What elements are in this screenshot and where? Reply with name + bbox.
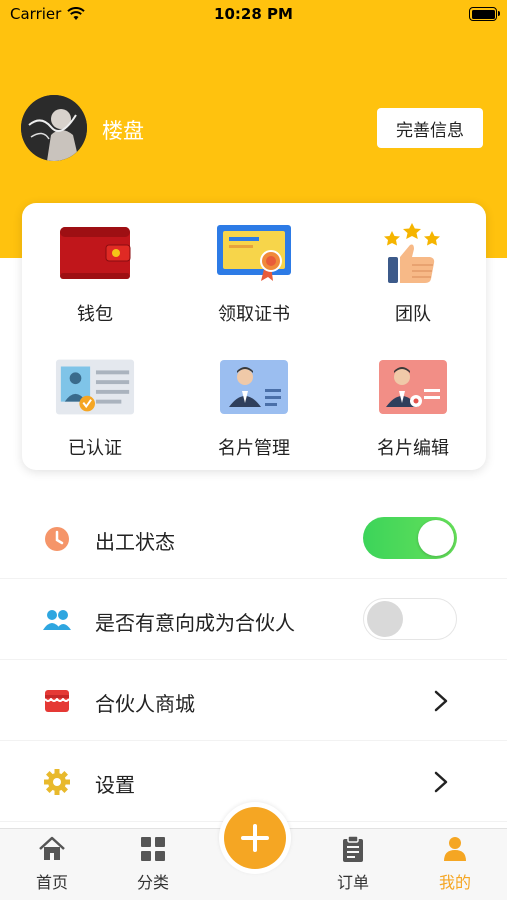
people-icon (43, 610, 71, 630)
grid-icon (139, 835, 167, 863)
plus-icon (224, 807, 286, 869)
person-icon (441, 835, 469, 863)
status-time: 10:28 PM (214, 5, 293, 23)
tab-orders[interactable]: 订单 (318, 835, 388, 897)
partner-mall-label: 合伙人商城 (95, 692, 195, 716)
tab-mine-label: 我的 (438, 873, 471, 892)
grid-label-team: 团队 (395, 304, 431, 325)
chevron-right-icon (434, 690, 448, 712)
grid-item-certificate[interactable]: 领取证书 (179, 221, 329, 341)
row-work-status: 出工状态 (0, 499, 507, 579)
work-status-label: 出工状态 (95, 530, 175, 554)
chevron-right-icon (434, 771, 448, 793)
grid-label-card-edit: 名片编辑 (377, 438, 449, 459)
verified-id-icon (55, 355, 135, 419)
grid-label-verified: 已认证 (68, 438, 122, 459)
gear-icon (44, 769, 70, 795)
tab-category[interactable]: 分类 (118, 835, 188, 897)
tab-home-label: 首页 (35, 873, 68, 892)
grid-item-wallet[interactable]: 钱包 (20, 221, 170, 341)
grid-label-wallet: 钱包 (77, 304, 113, 325)
certificate-icon (214, 221, 294, 285)
clipboard-icon (339, 835, 367, 863)
tab-category-label: 分类 (136, 873, 169, 892)
home-icon (38, 835, 66, 863)
store-icon (44, 690, 70, 712)
business-card-icon (214, 355, 294, 419)
work-status-toggle[interactable] (363, 517, 457, 559)
tab-mine[interactable]: 我的 (420, 835, 490, 897)
grid-item-team[interactable]: 团队 (338, 221, 488, 341)
status-bar: Carrier 10:28 PM (0, 0, 507, 30)
partner-intent-toggle[interactable] (363, 598, 457, 640)
business-card-edit-icon (373, 355, 453, 419)
grid-item-card-manage[interactable]: 名片管理 (179, 355, 329, 475)
row-partner-mall[interactable]: 合伙人商城 (0, 661, 507, 741)
clock-icon (45, 527, 69, 551)
grid-label-certificate: 领取证书 (218, 304, 290, 325)
grid-item-verified[interactable]: 已认证 (20, 355, 170, 475)
wallet-icon (55, 221, 135, 285)
avatar[interactable] (21, 95, 87, 161)
center-add-button[interactable] (219, 802, 291, 874)
settings-label: 设置 (95, 773, 135, 797)
username: 楼盘 (102, 119, 144, 143)
tab-home[interactable]: 首页 (17, 835, 87, 897)
complete-info-button[interactable]: 完善信息 (377, 108, 483, 148)
function-card: 钱包 领取证书 团队 已认证 名片管理 名片编辑 (22, 203, 486, 470)
battery-icon (469, 7, 500, 21)
row-partner-intent: 是否有意向成为合伙人 (0, 580, 507, 660)
grid-label-card-manage: 名片管理 (218, 438, 290, 459)
grid-item-card-edit[interactable]: 名片编辑 (338, 355, 488, 475)
tab-orders-label: 订单 (336, 873, 369, 892)
partner-intent-label: 是否有意向成为合伙人 (95, 611, 295, 635)
team-thumbs-up-icon (373, 221, 453, 285)
